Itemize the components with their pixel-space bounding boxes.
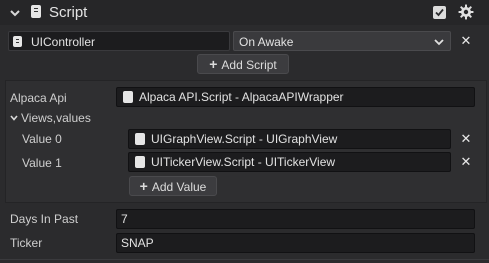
alpaca-api-label: Alpaca Api <box>10 91 67 105</box>
chevron-down-icon[interactable] <box>10 8 20 18</box>
plus-icon: + <box>139 178 148 194</box>
script-icon <box>135 133 145 145</box>
event-select[interactable]: On Awake <box>233 31 451 51</box>
gear-icon[interactable] <box>458 4 474 20</box>
component-header: Script <box>0 0 489 25</box>
close-icon[interactable]: ✕ <box>459 34 473 48</box>
value-1-label: Value 1 <box>22 156 62 170</box>
chevron-down-icon <box>434 39 444 46</box>
close-icon[interactable]: ✕ <box>459 155 473 169</box>
value-1-field[interactable]: UITickerView.Script - UITickerView <box>128 152 451 172</box>
views-values-label[interactable]: Views,values <box>21 110 91 126</box>
script-icon <box>31 5 41 18</box>
component-title: Script <box>49 4 88 21</box>
script-icon <box>123 91 133 103</box>
script-icon <box>13 36 22 47</box>
add-value-button[interactable]: + Add Value <box>129 176 217 196</box>
plus-icon: + <box>209 56 218 72</box>
chevron-down-icon[interactable] <box>10 114 18 122</box>
alpaca-api-value: Alpaca API.Script - AlpacaAPIWrapper <box>139 90 344 104</box>
alpaca-api-field[interactable]: Alpaca API.Script - AlpacaAPIWrapper <box>116 87 475 107</box>
value-0-value: UIGraphView.Script - UIGraphView <box>151 132 338 146</box>
script-field[interactable]: UIController <box>8 31 230 51</box>
divider <box>0 259 489 260</box>
add-script-button[interactable]: + Add Script <box>197 54 289 74</box>
days-in-past-value: 7 <box>121 212 128 226</box>
days-in-past-label: Days In Past <box>10 212 79 226</box>
close-icon[interactable]: ✕ <box>459 132 473 146</box>
check-icon <box>435 8 444 17</box>
ticker-field[interactable]: SNAP <box>116 233 475 253</box>
ticker-label: Ticker <box>10 236 43 250</box>
script-icon <box>135 156 145 168</box>
add-value-label: Add Value <box>151 180 207 194</box>
value-0-field[interactable]: UIGraphView.Script - UIGraphView <box>128 129 451 149</box>
value-1-value: UITickerView.Script - UITickerView <box>151 155 336 169</box>
event-select-value: On Awake <box>239 35 294 49</box>
days-in-past-field[interactable]: 7 <box>116 209 475 229</box>
ticker-value: SNAP <box>121 236 154 250</box>
add-script-label: Add Script <box>221 58 277 72</box>
script-name: UIController <box>31 35 96 49</box>
value-0-label: Value 0 <box>22 132 62 146</box>
enabled-checkbox[interactable] <box>433 6 446 19</box>
